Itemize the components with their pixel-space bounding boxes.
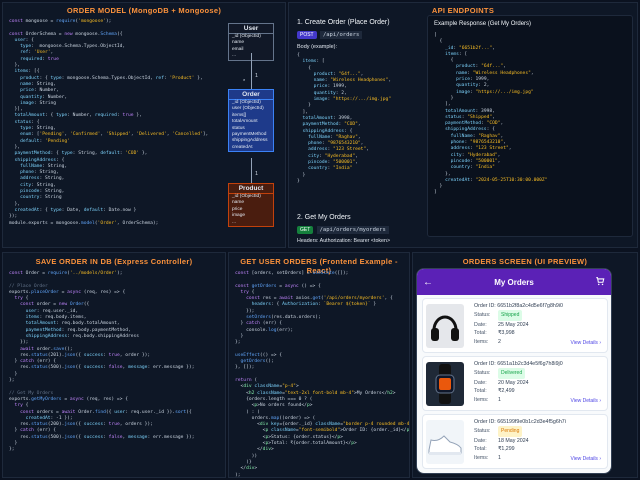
create-order-heading: 1. Create Order (Place Order) <box>297 19 390 26</box>
get-orders-heading: 2. Get My Orders <box>297 214 351 221</box>
status-badge: Shipped <box>498 310 523 321</box>
user-order-connector <box>251 53 252 89</box>
mult-product: 1 <box>255 171 259 177</box>
product-entity-title: Product <box>229 184 273 194</box>
chevron-right-icon: › <box>599 456 601 462</box>
order-model-title: ORDER MODEL (MongoDB + Mongoose) <box>66 6 222 15</box>
post-badge: POST <box>297 31 317 39</box>
create-endpoint[interactable]: POST /api/orders <box>297 31 363 39</box>
order-date: 20 May 2024 <box>498 379 529 386</box>
order-product-connector <box>251 158 252 183</box>
view-details-link[interactable]: View Details › <box>571 340 601 346</box>
auth-header: Headers: Authorization: Bearer <token> <box>297 238 391 244</box>
order-items: 2 <box>498 338 501 345</box>
view-details-link[interactable]: View Details › <box>571 398 601 404</box>
request-body-code: { items: [ { product: "64f...", name: "W… <box>297 53 392 184</box>
get-user-orders-panel: GET USER ORDERS (Frontend Example - Reac… <box>228 252 410 478</box>
order-id: Order ID: 665199f9e0b1c2d3e4f5g6h7i <box>474 419 566 425</box>
date-label: Date: <box>474 379 487 386</box>
date-label: Date: <box>474 321 487 328</box>
order-card[interactable]: Order ID: 665199f9e0b1c2d3e4f5g6h7i Stat… <box>422 414 608 469</box>
order-items: 1 <box>498 454 501 461</box>
create-path: /api/orders <box>319 31 363 39</box>
mult-many: * <box>243 79 246 85</box>
order-details: Order ID: 665199f9e0b1c2d3e4f5g6h7i Stat… <box>474 418 566 462</box>
order-model-code: const mongoose = require('mongoose'); co… <box>9 19 209 226</box>
arrow-left-icon[interactable]: ← <box>423 277 433 288</box>
api-panel: API ENDPOINTS 1. Create Order (Place Ord… <box>288 2 638 248</box>
status-label: Status: <box>474 428 491 435</box>
user-entity-title: User <box>229 24 273 34</box>
view-details-label: View Details <box>570 340 598 346</box>
status-badge: Pending <box>498 426 523 437</box>
screen-title: My Orders <box>494 277 534 287</box>
headphones-image <box>426 304 464 348</box>
api-title: API ENDPOINTS <box>431 6 495 15</box>
get-badge: GET <box>297 226 314 234</box>
items-label: Items: <box>474 396 489 403</box>
react-code: const [orders, setOrders] = useState([])… <box>235 271 410 478</box>
app-header: ← My Orders <box>417 269 611 295</box>
example-response-heading: Example Response (Get My Orders) <box>434 21 532 27</box>
body-label: Body (example): <box>297 44 338 50</box>
phone-preview: ← My Orders Order ID: 6651b2f8a2c4d5e6f7… <box>416 268 612 474</box>
order-items: 1 <box>498 396 501 403</box>
status-label: Status: <box>474 312 491 319</box>
order-date: 18 May 2024 <box>498 437 529 444</box>
view-details-label: View Details <box>570 398 598 404</box>
controller-code: const Order = require('../models/Order')… <box>9 271 195 453</box>
order-entity: Order _id (ObjectId) user (ObjectId) ite… <box>228 89 274 153</box>
order-total: ₹1,299 <box>498 446 515 453</box>
response-code: [ { _id: "6651b2f...", items: [ { produc… <box>434 33 548 196</box>
save-order-panel: SAVE ORDER IN DB (Express Controller) co… <box>2 252 226 478</box>
status-label: Status: <box>474 370 491 377</box>
total-label: Total: <box>474 330 487 337</box>
order-field: createdAt <box>232 144 253 150</box>
order-id: Order ID: 6651b2f8a2c4d5e6f7g8h9i0 <box>474 303 563 309</box>
status-badge: Delivered <box>498 368 526 379</box>
order-model-panel: ORDER MODEL (MongoDB + Mongoose) const m… <box>2 2 286 248</box>
chevron-right-icon: › <box>599 340 601 346</box>
view-details-link[interactable]: View Details › <box>571 456 601 462</box>
orders-screen-title: ORDERS SCREEN (UI PREVIEW) <box>462 257 588 266</box>
shoe-image <box>426 420 464 464</box>
cart-icon[interactable] <box>595 273 605 291</box>
mult-user: 1 <box>255 73 259 79</box>
smartwatch-image <box>426 362 464 406</box>
order-date: 25 May 2024 <box>498 321 529 328</box>
date-label: Date: <box>474 437 487 444</box>
order-id: Order ID: 6651a1b2c3d4e5f6g7h8i9j0 <box>474 361 563 367</box>
view-details-label: View Details <box>570 456 598 462</box>
product-entity: Product _id (ObjectId) name price image … <box>228 183 274 228</box>
product-field: ... <box>232 219 236 225</box>
items-label: Items: <box>474 338 489 345</box>
get-path: /api/orders/myorders <box>316 226 389 234</box>
order-total: ₹3,998 <box>498 330 515 337</box>
example-response-box: Example Response (Get My Orders) [ { _id… <box>427 15 633 237</box>
order-details: Order ID: 6651a1b2c3d4e5f6g7h8i9j0 Statu… <box>474 360 563 404</box>
save-order-title: SAVE ORDER IN DB (Express Controller) <box>35 257 193 266</box>
order-details: Order ID: 6651b2f8a2c4d5e6f7g8h9i0 Statu… <box>474 302 563 346</box>
total-label: Total: <box>474 388 487 395</box>
order-field: shippingAddress <box>232 138 268 144</box>
total-label: Total: <box>474 446 487 453</box>
order-total: ₹2,499 <box>498 388 515 395</box>
order-card[interactable]: Order ID: 6651a1b2c3d4e5f6g7h8i9j0 Statu… <box>422 356 608 411</box>
order-card[interactable]: Order ID: 6651b2f8a2c4d5e6f7g8h9i0 Statu… <box>422 298 608 353</box>
items-label: Items: <box>474 454 489 461</box>
order-entity-title: Order <box>229 90 273 100</box>
chevron-right-icon: › <box>599 398 601 404</box>
get-endpoint[interactable]: GET /api/orders/myorders <box>297 226 389 234</box>
